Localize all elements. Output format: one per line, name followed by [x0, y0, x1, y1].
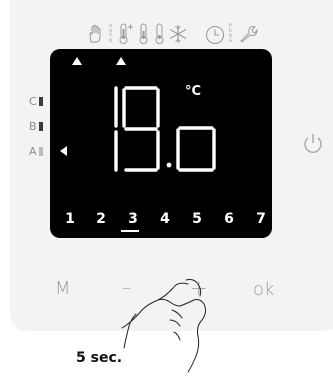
mode-button[interactable]: M	[55, 278, 71, 299]
comfort-plus-icon	[118, 23, 134, 49]
hold-duration-instruction: 5 sec.	[76, 350, 123, 366]
temperature-major-text: 19	[112, 86, 114, 87]
selected-day-underline	[121, 230, 139, 232]
level-label-a: A	[29, 145, 37, 158]
pressing-hand-icon	[121, 279, 207, 373]
prog-mode-icon: PROG	[228, 24, 233, 44]
temperature-readout: 19 0	[112, 86, 216, 172]
auto-mode-icon: AUTO	[108, 24, 113, 44]
day-number: 5	[192, 211, 202, 227]
temperature-unit: °C	[185, 84, 202, 99]
indicator-arrow-left-icon	[60, 146, 67, 156]
manual-mode-icon	[88, 24, 102, 48]
day-number: 4	[160, 211, 170, 227]
level-label-b: B	[29, 120, 37, 133]
day-number: 6	[224, 211, 234, 227]
level-label-c: C	[29, 95, 37, 108]
level-bar-b	[39, 122, 43, 131]
temperature-decimal-text: 0	[112, 86, 113, 87]
level-bar-c	[39, 97, 43, 106]
day-number: 2	[96, 211, 106, 227]
power-icon	[304, 134, 322, 153]
power-button[interactable]	[302, 132, 324, 160]
eco-icon	[154, 23, 166, 49]
frost-protection-icon	[168, 24, 188, 48]
auto-mode-label: AUTO	[108, 24, 113, 44]
comfort-icon	[138, 23, 150, 49]
indicator-arrow-up-icon	[116, 57, 126, 65]
level-bar-a	[39, 147, 43, 156]
clock-icon	[205, 25, 225, 49]
ok-button[interactable]: ok	[253, 279, 274, 300]
prog-mode-label: PROG	[228, 24, 233, 44]
day-number: 7	[256, 211, 266, 227]
day-number: 1	[65, 211, 75, 227]
day-selector: 1 2 3 4 5 6 7	[63, 211, 266, 229]
day-number-selected: 3	[128, 211, 138, 227]
settings-wrench-icon	[238, 24, 258, 48]
indicator-arrow-up-icon	[72, 57, 82, 65]
